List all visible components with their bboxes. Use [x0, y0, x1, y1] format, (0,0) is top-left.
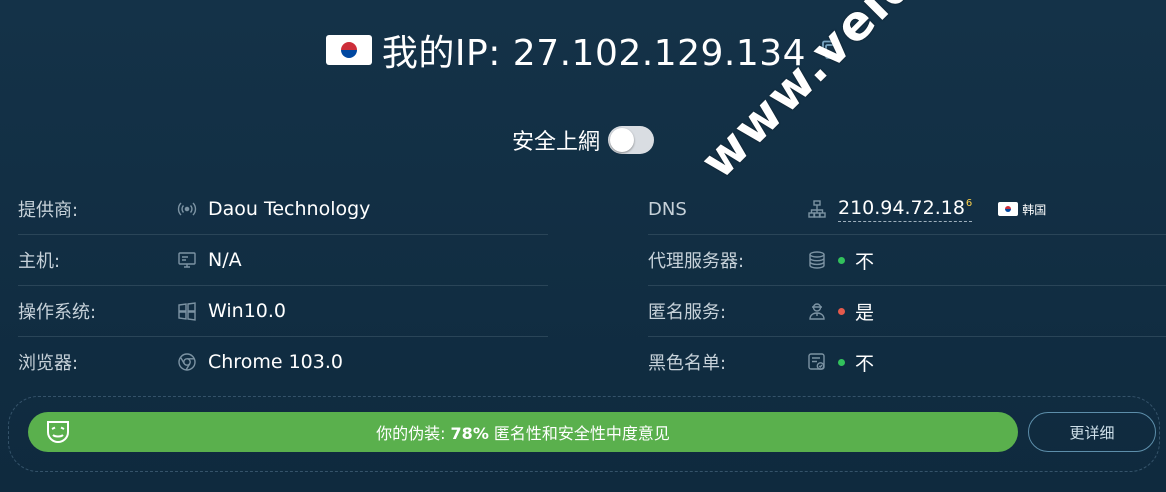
dns-country: 韩国 — [1022, 202, 1047, 217]
anonymous-label: 匿名服务: — [648, 302, 727, 323]
disguise-suffix: 匿名性和安全性中度意见 — [488, 424, 670, 443]
dns-count: 6 — [965, 198, 973, 210]
anonymous-status-dot — [838, 307, 845, 315]
mask-icon — [47, 421, 69, 444]
disguise-progress-bar: 你的伪装: 78% 匿名性和安全性中度意见 — [28, 412, 1018, 452]
os-value: Win10.0 — [208, 300, 286, 322]
proxy-row: 代理服务器: 不 — [648, 235, 1166, 286]
connection-info-left: 提供商: Daou Technology 主机: N/A 操作系统: Win10… — [18, 184, 548, 387]
dns-label: DNS — [648, 198, 687, 220]
database-icon — [806, 249, 828, 271]
anonymous-row: 匿名服务: 是 — [648, 286, 1166, 337]
disguise-text: 你的伪装: 78% 匿名性和安全性中度意见 — [376, 420, 670, 444]
host-value: N/A — [208, 249, 242, 271]
monitor-icon — [176, 249, 198, 271]
provider-row: 提供商: Daou Technology — [18, 184, 548, 235]
blacklist-label: 黑色名单: — [648, 353, 727, 374]
blacklist-status-dot — [838, 358, 845, 366]
secure-browsing-label: 安全上網 — [511, 130, 600, 155]
host-row: 主机: N/A — [18, 235, 548, 286]
blacklist-row: 黑色名单: 不 — [648, 337, 1166, 387]
os-label: 操作系统: — [18, 302, 97, 323]
more-details-button[interactable]: 更详细 — [1028, 412, 1156, 452]
copy-icon[interactable] — [820, 39, 840, 61]
disguise-percent: 78% — [450, 424, 489, 443]
browser-value: Chrome 103.0 — [208, 351, 343, 373]
network-icon — [806, 198, 828, 220]
provider-label: 提供商: — [18, 200, 79, 221]
agent-icon — [806, 300, 828, 322]
broadcast-icon — [176, 198, 198, 220]
dns-value[interactable]: 210.94.72.186 — [838, 196, 973, 222]
chrome-icon — [176, 351, 198, 373]
south-korea-flag-icon — [325, 35, 372, 65]
browser-row: 浏览器: Chrome 103.0 — [18, 337, 548, 387]
ip-title: 我的IP: 27.102.129.134 — [381, 33, 807, 74]
os-row: 操作系统: Win10.0 — [18, 286, 548, 337]
header: 我的IP: 27.102.129.134 — [0, 24, 1166, 76]
connection-info-right: DNS 210.94.72.186 韩国 代理服务器: 不 匿名服务: 是 黑色… — [648, 184, 1166, 387]
disguise-prefix: 你的伪装: — [376, 424, 451, 443]
proxy-status-dot — [838, 256, 845, 264]
list-check-icon — [806, 351, 828, 373]
blacklist-value: 不 — [855, 352, 875, 375]
browser-label: 浏览器: — [18, 353, 79, 374]
secure-browsing-toggle[interactable] — [608, 126, 654, 154]
dns-ip: 210.94.72.18 — [838, 196, 965, 219]
secure-browsing: 安全上網 — [0, 124, 1166, 156]
south-korea-flag-icon — [998, 202, 1019, 216]
proxy-value: 不 — [855, 250, 875, 273]
dns-row: DNS 210.94.72.186 韩国 — [648, 184, 1166, 235]
provider-value: Daou Technology — [208, 198, 371, 220]
windows-icon — [176, 300, 198, 322]
host-label: 主机: — [18, 251, 61, 272]
anonymous-value: 是 — [855, 301, 875, 324]
proxy-label: 代理服务器: — [648, 251, 745, 272]
